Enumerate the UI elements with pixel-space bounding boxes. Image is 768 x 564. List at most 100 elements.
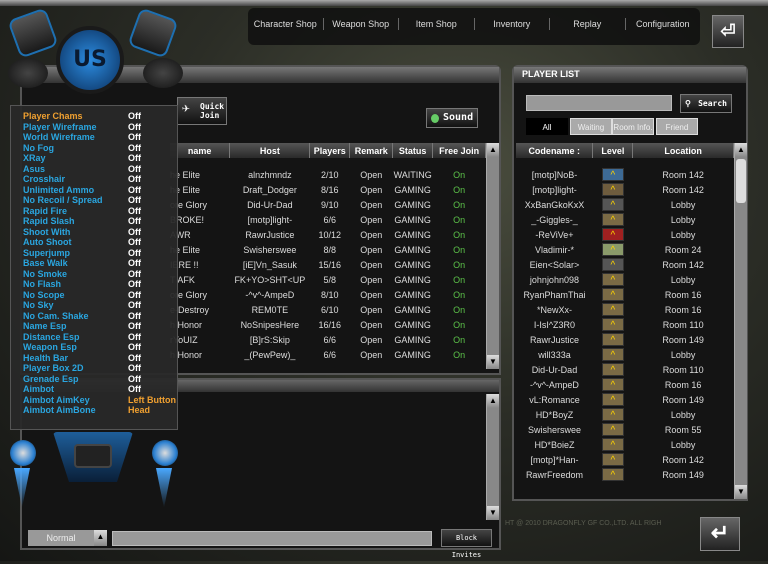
cheat-item-value[interactable]: Off bbox=[128, 132, 141, 143]
cheat-item-value[interactable]: Off bbox=[128, 153, 141, 164]
chat-scrollbar[interactable]: ▲ ▼ bbox=[486, 394, 499, 520]
chat-mode-select[interactable]: Normal bbox=[28, 530, 94, 546]
sound-button[interactable]: Sound bbox=[426, 108, 478, 128]
quick-join-button[interactable]: ✈ Quick Join bbox=[177, 97, 227, 125]
cheat-item-value[interactable]: Off bbox=[128, 143, 141, 154]
player-scrollbar[interactable]: ▲ ▼ bbox=[734, 143, 747, 499]
tab-friend[interactable]: Friend bbox=[656, 118, 698, 135]
cheat-item-label[interactable]: Player Chams bbox=[23, 111, 83, 122]
chat-input[interactable] bbox=[112, 531, 432, 546]
nav-item-shop[interactable]: Item Shop bbox=[399, 18, 475, 30]
cheat-item-label[interactable]: XRay bbox=[23, 153, 46, 164]
enter-button[interactable]: ↵ bbox=[700, 517, 740, 551]
cheat-item-label[interactable]: Asus bbox=[23, 164, 45, 175]
cheat-item-label[interactable]: No Scope bbox=[23, 290, 65, 301]
room-row[interactable]: BROKE! [motp]light- 6/6 Open GAMING On bbox=[170, 212, 486, 227]
cheat-item-label[interactable]: Superjump bbox=[23, 248, 70, 259]
cheat-item-label[interactable]: Name Esp bbox=[23, 321, 67, 332]
cheat-item-label[interactable]: Rapid Slash bbox=[23, 216, 75, 227]
search-button[interactable]: ⚲ Search bbox=[680, 94, 732, 113]
scroll-up-icon[interactable]: ▲ bbox=[735, 143, 747, 157]
cheat-item-label[interactable]: Base Walk bbox=[23, 258, 68, 269]
cheat-item-value[interactable]: Left Button bbox=[128, 395, 176, 406]
nav-inventory[interactable]: Inventory bbox=[475, 18, 550, 30]
cheat-item-value[interactable]: Off bbox=[128, 164, 141, 175]
cheat-item-value[interactable]: Head bbox=[128, 405, 150, 416]
room-row[interactable]: rYoUIZ [B]rS:Skip 6/6 Open GAMING On bbox=[170, 332, 486, 347]
room-row[interactable]: IERE !! [iE]Vn_Sasuk 15/16 Open GAMING On bbox=[170, 257, 486, 272]
nav-configuration[interactable]: Configuration bbox=[626, 18, 701, 30]
cheat-item-label[interactable]: Unlimited Ammo bbox=[23, 185, 94, 196]
player-row[interactable]: Eien<Solar> ^ Room 142 bbox=[516, 257, 734, 272]
cheat-item-value[interactable]: Off bbox=[128, 248, 141, 259]
cheat-item-value[interactable]: Off bbox=[128, 363, 141, 374]
player-row[interactable]: Did-Ur-Dad ^ Room 110 bbox=[516, 362, 734, 377]
scroll-down-icon[interactable]: ▼ bbox=[487, 355, 499, 369]
cheat-item-value[interactable]: Off bbox=[128, 227, 141, 238]
cheat-item-label[interactable]: Auto Shoot bbox=[23, 237, 72, 248]
player-row[interactable]: vL:Romance ^ Room 149 bbox=[516, 392, 734, 407]
cheat-item-label[interactable]: Aimbot AimKey bbox=[23, 395, 90, 406]
cheat-item-label[interactable]: No Flash bbox=[23, 279, 61, 290]
cheat-item-label[interactable]: No Sky bbox=[23, 300, 54, 311]
cheat-item-value[interactable]: Off bbox=[128, 279, 141, 290]
player-column-header[interactable]: Codename : bbox=[516, 143, 594, 158]
nav-weapon-shop[interactable]: Weapon Shop bbox=[324, 18, 399, 30]
cheat-item-value[interactable]: Off bbox=[128, 290, 141, 301]
cheat-item-value[interactable]: Off bbox=[128, 321, 141, 332]
cheat-item-value[interactable]: Off bbox=[128, 111, 141, 122]
player-row[interactable]: [motp]*Han- ^ Room 142 bbox=[516, 452, 734, 467]
cheat-item-label[interactable]: No Cam. Shake bbox=[23, 311, 89, 322]
cheat-item-label[interactable]: No Smoke bbox=[23, 269, 67, 280]
cheat-item-value[interactable]: Off bbox=[128, 269, 141, 280]
player-row[interactable]: RawrJustice ^ Room 149 bbox=[516, 332, 734, 347]
cheat-item-label[interactable]: No Recoil / Spread bbox=[23, 195, 103, 206]
player-row[interactable]: Vladimir-* ^ Room 24 bbox=[516, 242, 734, 257]
nav-replay[interactable]: Replay bbox=[550, 18, 626, 30]
cheat-item-label[interactable]: Player Wireframe bbox=[23, 122, 96, 133]
chat-mode-arrow-icon[interactable]: ▲ bbox=[94, 530, 107, 546]
cheat-item-value[interactable]: Off bbox=[128, 332, 141, 343]
player-row[interactable]: Swisherswee ^ Room 55 bbox=[516, 422, 734, 437]
cheat-item-value[interactable]: Off bbox=[128, 122, 141, 133]
room-column-header[interactable]: Status bbox=[392, 143, 434, 158]
cheat-item-value[interactable]: Off bbox=[128, 374, 141, 385]
cheat-item-value[interactable]: Off bbox=[128, 384, 141, 395]
cheat-item-value[interactable]: Off bbox=[128, 258, 141, 269]
room-column-header[interactable]: Free Join bbox=[432, 143, 486, 158]
player-row[interactable]: will333a ^ Lobby bbox=[516, 347, 734, 362]
scroll-down-icon[interactable]: ▼ bbox=[487, 506, 499, 520]
player-row[interactable]: johnjohn098 ^ Lobby bbox=[516, 272, 734, 287]
cheat-item-value[interactable]: Off bbox=[128, 185, 141, 196]
cheat-item-label[interactable]: Weapon Esp bbox=[23, 342, 77, 353]
player-row[interactable]: [motp]NoB- ^ Room 142 bbox=[516, 167, 734, 182]
cheat-item-label[interactable]: Shoot With bbox=[23, 227, 70, 238]
cheat-item-value[interactable]: Off bbox=[128, 174, 141, 185]
player-row[interactable]: XxBanGkoKxX ^ Lobby bbox=[516, 197, 734, 212]
cheat-item-label[interactable]: Player Box 2D bbox=[23, 363, 84, 374]
exit-button[interactable]: ⏎ bbox=[712, 15, 744, 48]
cheat-item-label[interactable]: World Wireframe bbox=[23, 132, 95, 143]
scroll-up-icon[interactable]: ▲ bbox=[487, 394, 499, 408]
room-row[interactable]: h Honor NoSnipesHere 16/16 Open GAMING On bbox=[170, 317, 486, 332]
tab-waiting[interactable]: Waiting bbox=[570, 118, 612, 135]
cheat-item-label[interactable]: Health Bar bbox=[23, 353, 68, 364]
player-row[interactable]: *NewXx- ^ Room 16 bbox=[516, 302, 734, 317]
cheat-item-value[interactable]: Off bbox=[128, 237, 141, 248]
player-column-header[interactable]: Level bbox=[592, 143, 634, 158]
cheat-item-label[interactable]: Distance Esp bbox=[23, 332, 80, 343]
player-search-input[interactable] bbox=[526, 95, 672, 111]
cheat-item-value[interactable]: Off bbox=[128, 353, 141, 364]
tab-roominfo[interactable]: Room Info. bbox=[612, 118, 654, 135]
room-row[interactable]: he Elite Draft_Dodger 8/16 Open GAMING On bbox=[170, 182, 486, 197]
player-column-header[interactable]: Location bbox=[632, 143, 734, 158]
block-invites-button[interactable]: Block Invites bbox=[441, 529, 492, 559]
scroll-thumb[interactable] bbox=[736, 159, 746, 203]
player-row[interactable]: -^v^-AmpeD ^ Room 16 bbox=[516, 377, 734, 392]
nav-character-shop[interactable]: Character Shop bbox=[248, 18, 324, 30]
room-row[interactable]: T AFK FK+YO>SHT<UP 5/8 Open GAMING On bbox=[170, 272, 486, 287]
player-row[interactable]: -ReViVe+ ^ Lobby bbox=[516, 227, 734, 242]
room-column-header[interactable]: Host bbox=[229, 143, 311, 158]
tab-all[interactable]: All bbox=[526, 118, 568, 135]
room-row[interactable]: ore Glory Did-Ur-Dad 9/10 Open GAMING On bbox=[170, 197, 486, 212]
